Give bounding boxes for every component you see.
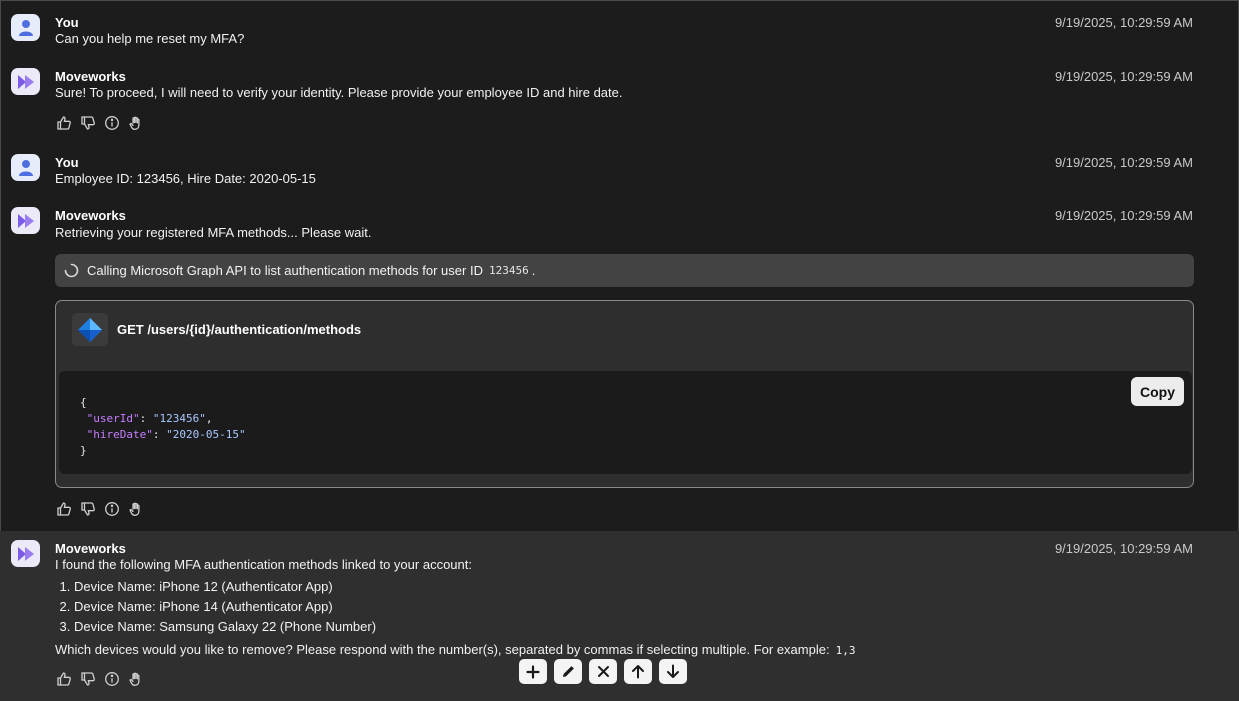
person-icon [11, 154, 40, 181]
info-icon[interactable] [103, 500, 120, 517]
message-toolbar [519, 659, 687, 684]
list-item: Device Name: iPhone 14 (Authenticator Ap… [74, 599, 376, 619]
code-block: { "userId": "123456", "hireDate": "2020-… [59, 371, 1192, 474]
reaction-bar [55, 114, 144, 131]
moveworks-logo-icon [11, 540, 40, 567]
close-icon[interactable] [589, 659, 617, 684]
api-endpoint-title: GET /users/{id}/authentication/methods [117, 322, 362, 337]
sender-name: You [55, 155, 79, 170]
arrow-down-icon[interactable] [659, 659, 687, 684]
thumbs-down-icon[interactable] [79, 670, 96, 687]
status-text: Calling Microsoft Graph API to list auth… [87, 263, 483, 278]
thumbs-up-icon[interactable] [55, 670, 72, 687]
message-timestamp: 9/19/2025, 10:29:59 AM [1054, 155, 1193, 170]
code-line: { [80, 396, 87, 409]
json-value: "123456" [152, 412, 206, 425]
pencil-icon[interactable] [554, 659, 582, 684]
copy-button[interactable]: Copy [1131, 377, 1184, 406]
message-timestamp: 9/19/2025, 10:29:59 AM [1054, 69, 1193, 84]
moveworks-logo-icon [11, 68, 40, 95]
json-code: { "userId": "123456", "hireDate": "2020-… [80, 396, 246, 457]
thumbs-up-icon[interactable] [55, 114, 72, 131]
reaction-bar [55, 500, 144, 517]
sender-name: You [55, 15, 79, 30]
list-item: Device Name: Samsung Galaxy 22 (Phone Nu… [74, 619, 376, 639]
hand-icon[interactable] [127, 670, 144, 687]
reaction-bar [55, 670, 144, 687]
hand-icon[interactable] [127, 114, 144, 131]
message-text: Can you help me reset my MFA? [55, 31, 245, 46]
message-text: I found the following MFA authentication… [55, 557, 472, 572]
plus-icon[interactable] [519, 659, 547, 684]
code-line: } [80, 444, 87, 457]
azure-logo-icon [72, 313, 108, 346]
json-key: "hireDate" [86, 428, 153, 441]
message-timestamp: 9/19/2025, 10:29:59 AM [1054, 15, 1193, 30]
question-example: 1,3 [835, 644, 856, 657]
list-item: Device Name: iPhone 12 (Authenticator Ap… [74, 579, 376, 599]
api-call-card: GET /users/{id}/authentication/methods {… [55, 300, 1194, 488]
message-text: Sure! To proceed, I will need to verify … [55, 85, 623, 100]
message-text: Retrieving your registered MFA methods..… [55, 225, 372, 240]
person-icon [11, 14, 40, 41]
question-text: Which devices would you like to remove? … [55, 642, 855, 657]
thumbs-down-icon[interactable] [79, 114, 96, 131]
info-icon[interactable] [103, 670, 120, 687]
moveworks-logo-icon [11, 207, 40, 234]
spinner-icon [64, 263, 79, 278]
json-value: "2020-05-15" [166, 428, 246, 441]
arrow-up-icon[interactable] [624, 659, 652, 684]
info-icon[interactable] [103, 114, 120, 131]
message-text: Employee ID: 123456, Hire Date: 2020-05-… [55, 171, 316, 186]
question-body: Which devices would you like to remove? … [55, 642, 830, 657]
message-timestamp: 9/19/2025, 10:29:59 AM [1054, 541, 1193, 556]
hand-icon[interactable] [127, 500, 144, 517]
message-timestamp: 9/19/2025, 10:29:59 AM [1054, 208, 1193, 223]
thumbs-down-icon[interactable] [79, 500, 96, 517]
json-key: "userId" [86, 412, 140, 425]
thumbs-up-icon[interactable] [55, 500, 72, 517]
mfa-methods-list: Device Name: iPhone 12 (Authenticator Ap… [55, 579, 376, 639]
sender-name: Moveworks [55, 69, 126, 84]
sender-name: Moveworks [55, 541, 126, 556]
status-bar: Calling Microsoft Graph API to list auth… [55, 254, 1194, 287]
api-call-header: GET /users/{id}/authentication/methods [72, 313, 361, 346]
status-suffix: . [531, 263, 536, 278]
status-user-id: 123456 [488, 264, 529, 277]
sender-name: Moveworks [55, 208, 126, 223]
